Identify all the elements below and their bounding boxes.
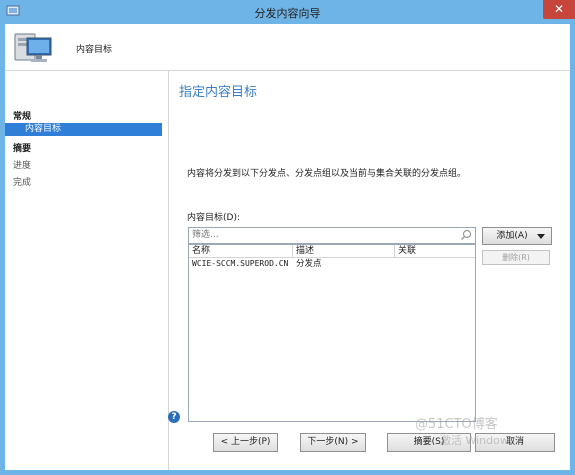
wizard-nav: 常规 内容目标 摘要 进度 完成 <box>5 71 169 470</box>
search-icon[interactable] <box>460 229 472 241</box>
wizard-window: 分发内容向导 ✕ 内容目标 常规 内容目标 摘要 进度 完成 指定内容目标 内容… <box>0 0 575 475</box>
nav-item-general[interactable]: 常规 <box>13 109 31 122</box>
chevron-down-icon[interactable] <box>537 234 545 240</box>
list-header: 名称 描述 关联 <box>189 245 475 258</box>
content-destination-label: 内容目标(D): <box>187 213 240 223</box>
add-button[interactable]: 添加(A) <box>482 227 552 245</box>
destination-list[interactable]: 名称 描述 关联 WCIE-SCCM.SUPEROD.CN 分发点 <box>188 244 476 422</box>
help-icon[interactable]: ? <box>168 411 180 423</box>
close-button[interactable]: ✕ <box>543 0 575 19</box>
nav-item-completion[interactable]: 完成 <box>13 175 31 188</box>
wizard-page: 指定内容目标 内容将分发到以下分发点、分发点组以及当前与集合关联的分发点组。 内… <box>169 71 570 470</box>
row-description: 分发点 <box>296 259 322 269</box>
header-label: 内容目标 <box>76 45 113 55</box>
row-name: WCIE-SCCM.SUPEROD.CN <box>192 259 289 268</box>
column-header-name[interactable]: 名称 <box>189 245 293 257</box>
nav-item-summary[interactable]: 摘要 <box>13 141 31 154</box>
nav-item-content-destination[interactable]: 内容目标 <box>5 123 162 136</box>
wizard-header: 内容目标 <box>5 24 570 71</box>
add-button-label: 添加(A) <box>496 231 528 241</box>
computer-icon <box>14 33 52 62</box>
watermark-activate: 激活 Windows <box>440 434 515 447</box>
page-title: 指定内容目标 <box>179 85 258 100</box>
nav-item-progress[interactable]: 进度 <box>13 158 31 171</box>
list-row[interactable]: WCIE-SCCM.SUPEROD.CN 分发点 <box>189 258 475 270</box>
window-title: 分发内容向导 <box>254 7 321 20</box>
watermark-blog: @51CTO博客 <box>415 417 498 432</box>
back-button[interactable]: < 上一步(P) <box>213 433 278 452</box>
next-button[interactable]: 下一步(N) > <box>300 433 366 452</box>
column-header-association[interactable]: 关联 <box>395 245 475 257</box>
remove-button[interactable]: 删除(R) <box>482 250 550 265</box>
page-description: 内容将分发到以下分发点、分发点组以及当前与集合关联的分发点组。 <box>187 169 467 179</box>
filter-box[interactable] <box>188 227 476 244</box>
column-header-description[interactable]: 描述 <box>293 245 395 257</box>
title-bar: 分发内容向导 ✕ <box>0 0 575 24</box>
wizard-client: 内容目标 常规 内容目标 摘要 进度 完成 指定内容目标 内容将分发到以下分发点… <box>5 24 570 470</box>
filter-input[interactable] <box>189 228 452 241</box>
